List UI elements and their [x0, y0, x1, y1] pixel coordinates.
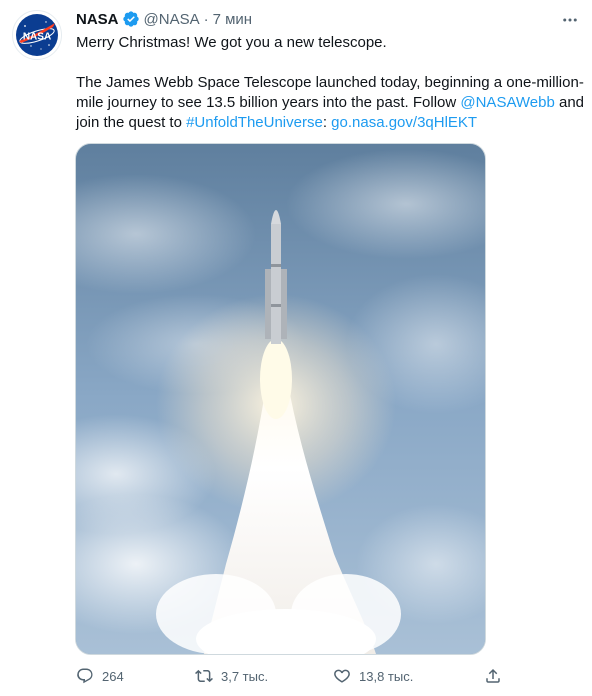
avatar[interactable]: NASA	[12, 10, 62, 60]
hashtag-link[interactable]: #UnfoldTheUniverse	[186, 114, 323, 131]
reply-button[interactable]: 264	[68, 664, 124, 688]
tweet-colon: :	[322, 114, 332, 131]
tweet-media-photo[interactable]	[75, 143, 486, 655]
tweet-body: The James Webb Space Telescope launched …	[76, 73, 584, 133]
author-name[interactable]: NASA	[76, 11, 119, 28]
svg-text:NASA: NASA	[23, 32, 51, 43]
tweet-timestamp[interactable]: 7 мин	[213, 11, 253, 28]
like-button[interactable]: 13,8 тыс.	[325, 664, 413, 688]
nasa-logo-icon: NASA	[16, 14, 58, 56]
tweet-text: Merry Christmas! We got you a new telesc…	[76, 33, 584, 133]
tweet-line-1: Merry Christmas! We got you a new telesc…	[76, 34, 387, 51]
rocket-launch-image	[76, 144, 485, 654]
reply-icon	[68, 664, 102, 688]
verified-badge-icon	[122, 10, 140, 28]
author-handle[interactable]: @NASA	[144, 11, 200, 28]
reply-count: 264	[102, 668, 124, 684]
tweet-header: NASA @NASA · 7 мин	[76, 9, 252, 29]
heart-icon	[325, 664, 359, 688]
retweet-count: 3,7 тыс.	[221, 668, 269, 684]
share-button[interactable]	[476, 664, 510, 688]
more-dots-icon	[563, 18, 577, 22]
like-count: 13,8 тыс.	[359, 668, 414, 684]
share-icon	[476, 664, 510, 688]
retweet-icon	[187, 664, 221, 688]
separator-dot: ·	[203, 10, 209, 28]
tweet[interactable]: NASA NASA @NASA · 7 мин Merry Christmas!…	[0, 0, 592, 696]
tweet-actions: 264 3,7 тыс. 13,8 тыс.	[68, 664, 518, 688]
more-options-button[interactable]	[556, 6, 584, 34]
mention-link[interactable]: @NASAWebb	[460, 94, 554, 111]
retweet-button[interactable]: 3,7 тыс.	[187, 664, 268, 688]
url-link[interactable]: go.nasa.gov/3qHlEKT	[331, 114, 477, 131]
